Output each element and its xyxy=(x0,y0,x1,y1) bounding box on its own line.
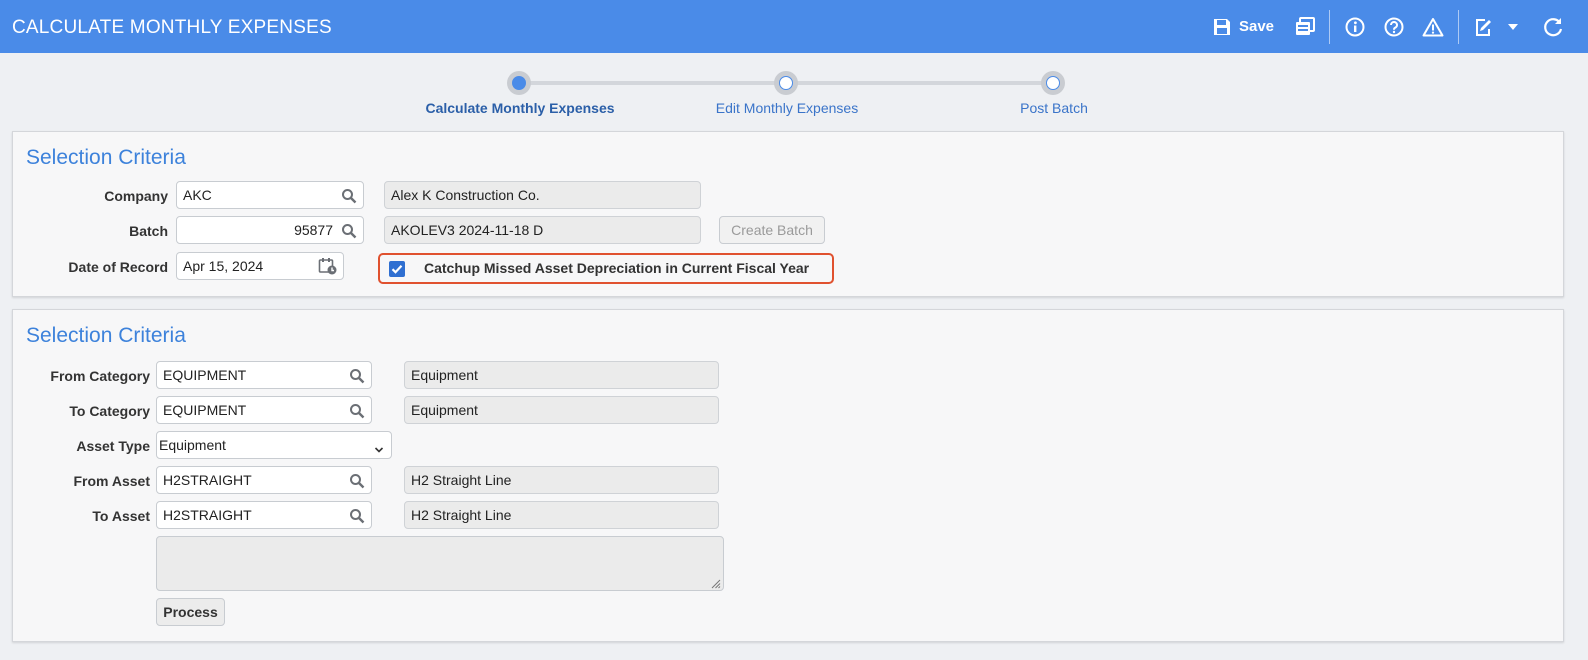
asset-type-select[interactable]: Equipment xyxy=(156,431,392,459)
batch-value: 95877 xyxy=(294,222,333,238)
page-header: CALCULATE MONTHLY EXPENSES Save xyxy=(0,0,1588,53)
from-category-description: Equipment xyxy=(404,361,719,389)
warning-button[interactable] xyxy=(1418,0,1448,53)
to-category-label: To Category xyxy=(69,403,150,419)
catchup-highlight: Catchup Missed Asset Depreciation in Cur… xyxy=(378,253,834,284)
batch-description: AKOLEV3 2024-11-18 D xyxy=(384,216,701,244)
search-icon[interactable] xyxy=(341,223,357,242)
more-menu-button[interactable] xyxy=(1502,0,1524,53)
to-category-description-text: Equipment xyxy=(411,402,478,418)
checkmark-icon xyxy=(391,264,403,274)
edit-icon xyxy=(1473,17,1493,37)
to-category-input[interactable]: EQUIPMENT xyxy=(156,396,372,424)
from-asset-value: H2STRAIGHT xyxy=(163,472,252,488)
info-button[interactable] xyxy=(1340,0,1370,53)
company-label: Company xyxy=(104,188,168,204)
chevron-down-icon xyxy=(374,441,384,457)
toolbar-divider xyxy=(1329,10,1330,44)
company-value: AKC xyxy=(183,187,212,203)
process-button[interactable]: Process xyxy=(156,598,225,626)
save-button[interactable]: Save xyxy=(1210,0,1276,53)
notes-textarea[interactable] xyxy=(156,536,724,591)
from-asset-description-text: H2 Straight Line xyxy=(411,472,512,488)
toolbar-divider xyxy=(1458,10,1459,44)
edit-button[interactable] xyxy=(1468,0,1498,53)
copy-icon xyxy=(1294,16,1316,37)
from-category-description-text: Equipment xyxy=(411,367,478,383)
from-category-label: From Category xyxy=(50,368,150,384)
company-description-text: Alex K Construction Co. xyxy=(391,187,540,203)
asset-type-label: Asset Type xyxy=(76,438,150,454)
batch-label: Batch xyxy=(129,223,168,239)
company-description: Alex K Construction Co. xyxy=(384,181,701,209)
catchup-label[interactable]: Catchup Missed Asset Depreciation in Cur… xyxy=(424,260,809,276)
to-asset-value: H2STRAIGHT xyxy=(163,507,252,523)
step-dot-calculate[interactable] xyxy=(507,71,531,95)
catchup-checkbox[interactable] xyxy=(389,261,405,277)
search-icon[interactable] xyxy=(349,508,365,527)
to-asset-description: H2 Straight Line xyxy=(404,501,719,529)
search-icon[interactable] xyxy=(341,188,357,207)
copy-button[interactable] xyxy=(1290,0,1320,53)
save-label: Save xyxy=(1238,18,1275,35)
to-category-description: Equipment xyxy=(404,396,719,424)
from-asset-label: From Asset xyxy=(73,473,150,489)
batch-input[interactable]: 95877 xyxy=(176,216,364,244)
panel-title: Selection Criteria xyxy=(26,146,186,169)
help-icon xyxy=(1384,17,1404,37)
search-icon[interactable] xyxy=(349,403,365,422)
batch-description-text: AKOLEV3 2024-11-18 D xyxy=(391,222,544,238)
company-input[interactable]: AKC xyxy=(176,181,364,209)
info-icon xyxy=(1345,17,1365,37)
step-label-calculate[interactable]: Calculate Monthly Expenses xyxy=(425,100,614,116)
step-dot-edit[interactable] xyxy=(774,71,798,95)
to-asset-description-text: H2 Straight Line xyxy=(411,507,512,523)
create-batch-button[interactable]: Create Batch xyxy=(719,216,825,244)
to-asset-input[interactable]: H2STRAIGHT xyxy=(156,501,372,529)
calendar-icon[interactable] xyxy=(318,257,338,279)
from-asset-input[interactable]: H2STRAIGHT xyxy=(156,466,372,494)
panel-title: Selection Criteria xyxy=(26,324,186,347)
step-label-edit[interactable]: Edit Monthly Expenses xyxy=(716,100,858,116)
to-category-value: EQUIPMENT xyxy=(163,402,247,418)
from-asset-description: H2 Straight Line xyxy=(404,466,719,494)
step-dot-post[interactable] xyxy=(1041,71,1065,95)
from-category-value: EQUIPMENT xyxy=(163,367,247,383)
date-of-record-label: Date of Record xyxy=(68,259,168,275)
to-asset-label: To Asset xyxy=(92,508,150,524)
from-category-input[interactable]: EQUIPMENT xyxy=(156,361,372,389)
warning-icon xyxy=(1422,17,1444,37)
resize-grip-icon[interactable] xyxy=(709,576,721,594)
search-icon[interactable] xyxy=(349,368,365,387)
date-of-record-input[interactable]: Apr 15, 2024 xyxy=(176,252,344,280)
help-button[interactable] xyxy=(1379,0,1409,53)
date-of-record-value: Apr 15, 2024 xyxy=(183,258,264,274)
save-icon xyxy=(1212,17,1232,37)
chevron-down-icon xyxy=(1507,23,1519,31)
refresh-button[interactable] xyxy=(1538,0,1568,53)
refresh-icon xyxy=(1542,16,1564,38)
page-title: CALCULATE MONTHLY EXPENSES xyxy=(12,17,332,38)
search-icon[interactable] xyxy=(349,473,365,492)
step-label-post[interactable]: Post Batch xyxy=(1020,100,1088,116)
asset-type-value: Equipment xyxy=(159,437,226,453)
